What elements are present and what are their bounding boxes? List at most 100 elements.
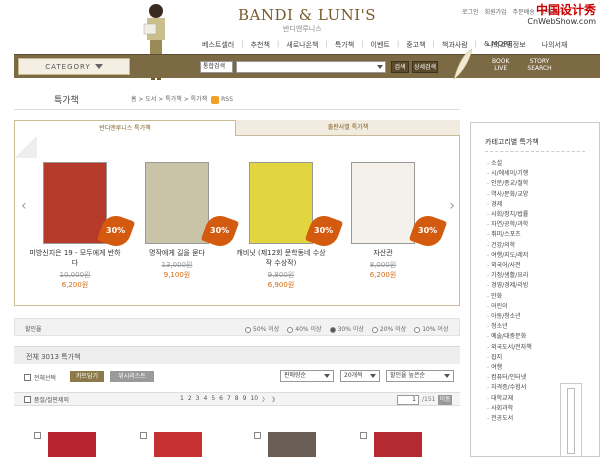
book-live-link[interactable]: BOOK LIVE xyxy=(492,58,509,72)
discount-radio-option[interactable]: 50% 이상 xyxy=(245,324,279,333)
sidebar-category-item[interactable]: 역사/문화/교양 xyxy=(487,190,532,200)
sidebar-category-item[interactable]: 어린이 xyxy=(487,302,532,312)
sidebar-category-item[interactable]: 경영/경제/리빙 xyxy=(487,281,532,291)
nav-mylibrary[interactable]: 나의서재 xyxy=(542,40,568,50)
sidebar-category-item[interactable]: 시/에세이/기행 xyxy=(487,169,532,179)
book-thumb[interactable] xyxy=(374,432,422,457)
book-cover[interactable] xyxy=(43,162,107,244)
sidebar-category-item[interactable]: 사회/정치/법률 xyxy=(487,210,532,220)
page-link[interactable]: 4 xyxy=(203,395,207,404)
page-link[interactable]: 1 xyxy=(180,395,184,404)
exclude-soldout-checkbox[interactable] xyxy=(24,396,31,403)
sidebar-category-item[interactable]: 대학교재 xyxy=(487,394,532,404)
discount-radio-option[interactable]: 30% 이상 xyxy=(329,324,364,333)
sidebar-category-item[interactable]: 전공도서 xyxy=(487,414,532,424)
radio-icon[interactable] xyxy=(414,326,421,333)
discount-radio-option[interactable]: 10% 이상 xyxy=(414,324,448,333)
radio-icon[interactable] xyxy=(371,326,378,333)
sidebar-category-item[interactable]: 여행 xyxy=(487,363,532,373)
book-cover[interactable] xyxy=(249,162,313,244)
page-input[interactable]: 1 xyxy=(397,395,419,405)
sidebar-category-item[interactable]: 취미/스포츠 xyxy=(487,230,532,240)
nav-new[interactable]: 새로나온책 xyxy=(286,40,318,50)
nav-bestseller[interactable]: 베스트셀러 xyxy=(202,40,234,50)
nav-recommended[interactable]: 추천책 xyxy=(251,40,270,50)
nav-used[interactable]: 중고책 xyxy=(406,40,425,50)
page-link[interactable]: 〉 xyxy=(262,395,268,404)
story-search-link[interactable]: STORY SEARCH xyxy=(527,58,551,72)
go-button[interactable]: 이동 xyxy=(438,395,452,405)
page-link[interactable]: 3 xyxy=(196,395,200,404)
row-checkbox[interactable] xyxy=(254,432,261,439)
book-title[interactable]: 명작에게 길을 묻다 xyxy=(131,248,223,258)
row-checkbox[interactable] xyxy=(34,432,41,439)
row-checkbox[interactable] xyxy=(140,432,147,439)
page-link[interactable]: 10 xyxy=(250,395,258,404)
book-thumb[interactable] xyxy=(268,432,316,457)
site-logo[interactable]: BANDI & LUNI'S xyxy=(238,6,376,24)
nav-bargain[interactable]: 특가책 xyxy=(335,40,354,50)
select-all-checkbox[interactable] xyxy=(24,374,31,381)
sidebar-category-item[interactable]: 자격증/수험서 xyxy=(487,383,532,393)
detail-search-button[interactable]: 상세검색 xyxy=(412,61,438,73)
search-input[interactable] xyxy=(236,61,386,73)
scrollbar[interactable] xyxy=(560,383,582,457)
book-thumb[interactable] xyxy=(48,432,96,457)
radio-icon[interactable] xyxy=(245,326,251,333)
page-link[interactable]: 8 xyxy=(235,395,239,404)
page-link[interactable]: 5 xyxy=(211,395,215,404)
book-cover[interactable] xyxy=(145,162,209,244)
sort-select[interactable]: 판매량순 xyxy=(280,370,334,382)
radio-icon[interactable] xyxy=(329,326,336,333)
scroll-track[interactable] xyxy=(567,388,575,454)
tab-publisher-bargain[interactable]: 출판사별 특가책 xyxy=(236,120,460,136)
book-title[interactable]: 캐비닛 (제12회 문학동네 수상작 수상작) xyxy=(235,248,327,268)
rss-icon[interactable] xyxy=(211,95,220,104)
sidebar-category-item[interactable]: 경제 xyxy=(487,200,532,210)
sidebar-category-item[interactable]: 잡지 xyxy=(487,353,532,363)
prev-arrow-icon[interactable]: ‹ xyxy=(21,198,27,214)
sidebar-category-item[interactable]: 컴퓨터/인터넷 xyxy=(487,373,532,383)
select-all[interactable]: 전체선택 xyxy=(24,373,56,383)
sidebar-category-item[interactable]: 자연/공학/과학 xyxy=(487,220,532,230)
sidebar-category-item[interactable]: 만화 xyxy=(487,292,532,302)
page-link[interactable]: 2 xyxy=(188,395,192,404)
category-button[interactable]: CATEGORY xyxy=(18,58,130,75)
discount-radio-option[interactable]: 40% 이상 xyxy=(287,324,322,333)
discount-radio-option[interactable]: 20% 이상 xyxy=(371,324,406,333)
sidebar-category-item[interactable]: 청소년 xyxy=(487,322,532,332)
view-count-select[interactable]: 20개씩 xyxy=(340,370,380,382)
sidebar-category-item[interactable]: 가정/생활/요리 xyxy=(487,271,532,281)
nav-event[interactable]: 이벤트 xyxy=(371,40,390,50)
sidebar-category-item[interactable]: 예술/대중문화 xyxy=(487,332,532,342)
sidebar-category-item[interactable]: 소설 xyxy=(487,159,532,169)
wishlist-button[interactable]: 위시리스트 xyxy=(110,371,154,382)
book-cover[interactable] xyxy=(351,162,415,244)
search-button[interactable]: 검색 xyxy=(391,61,409,73)
next-arrow-icon[interactable]: › xyxy=(449,198,455,214)
sidebar-category-item[interactable]: 외국어/사전 xyxy=(487,261,532,271)
exclude-soldout[interactable]: 품절/절판제외 xyxy=(24,395,69,405)
row-checkbox[interactable] xyxy=(360,432,367,439)
book-title[interactable]: 미방신지은 19 - 모두에게 반하다 xyxy=(29,248,121,268)
nav-myshopping[interactable]: 나의쇼핑정보 xyxy=(487,40,526,50)
page-link[interactable]: 6 xyxy=(219,395,223,404)
tab-bandi-bargain[interactable]: 반디앤루니스 특가책 xyxy=(14,120,236,136)
rss-label[interactable]: RSS xyxy=(221,96,233,103)
page-link[interactable]: 7 xyxy=(227,395,231,404)
search-scope-select[interactable]: 통합검색 xyxy=(200,61,233,73)
book-thumb[interactable] xyxy=(154,432,202,457)
sidebar-category-item[interactable]: 사회과학 xyxy=(487,404,532,414)
sidebar-category-item[interactable]: 아동/청소년 xyxy=(487,312,532,322)
order-select[interactable]: 할인율 높은순 xyxy=(386,370,454,382)
sidebar-category-item[interactable]: 여행/지도/레저 xyxy=(487,251,532,261)
page-link[interactable]: 》 xyxy=(272,395,278,404)
book-title[interactable]: 자산관 xyxy=(337,248,429,258)
page-link[interactable]: 9 xyxy=(243,395,247,404)
add-to-cart-button[interactable]: 카트담기 xyxy=(70,371,104,382)
sidebar-category-item[interactable]: 건강/의학 xyxy=(487,241,532,251)
sidebar-category-item[interactable]: 외국도서/전자책 xyxy=(487,343,532,353)
sidebar-category-item[interactable]: 인문/종교/철학 xyxy=(487,179,532,189)
signup-link[interactable]: 회원가입 xyxy=(485,7,507,16)
login-link[interactable]: 로그인 xyxy=(462,7,479,16)
